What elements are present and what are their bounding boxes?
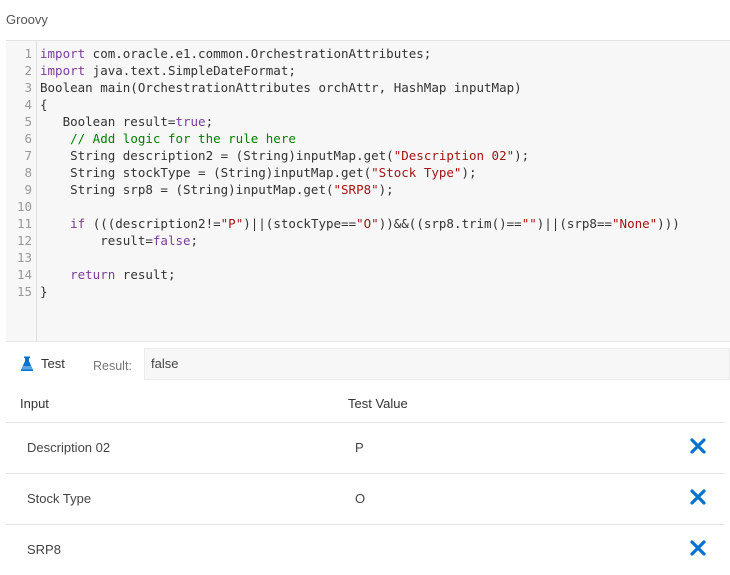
line-number: 4 xyxy=(24,97,32,112)
line-number: 1 xyxy=(24,46,32,61)
flask-icon[interactable] xyxy=(20,356,34,372)
code-text[interactable]: return result; xyxy=(40,266,175,283)
code-editor[interactable]: 1 import com.oracle.e1.common.Orchestrati… xyxy=(6,41,730,342)
input-name: Stock Type xyxy=(27,491,92,506)
line-number: 8 xyxy=(24,165,32,180)
line-number: 7 xyxy=(24,148,32,163)
input-name: Description 02 xyxy=(27,440,111,455)
code-text[interactable]: { xyxy=(40,96,48,113)
close-icon[interactable] xyxy=(689,488,707,506)
line-number: 13 xyxy=(16,250,32,265)
code-text[interactable]: } xyxy=(40,283,48,300)
code-text[interactable]: import com.oracle.e1.common.Orchestratio… xyxy=(40,45,431,62)
code-text[interactable]: String description2 = (String)inputMap.g… xyxy=(40,147,529,164)
test-tab-label[interactable]: Test xyxy=(41,356,65,371)
line-number: 10 xyxy=(16,199,32,214)
line-number: 2 xyxy=(24,63,32,78)
line-number: 12 xyxy=(16,233,32,248)
line-number: 5 xyxy=(24,114,32,129)
line-number: 11 xyxy=(16,216,32,231)
input-name: SRP8 xyxy=(27,542,61,557)
code-text[interactable]: String srp8 = (String)inputMap.get("SRP8… xyxy=(40,181,394,198)
line-number: 6 xyxy=(24,131,32,146)
table-row: Stock Type O xyxy=(6,474,724,525)
table-row: SRP8 xyxy=(6,525,724,575)
line-number: 15 xyxy=(16,284,32,299)
line-number: 14 xyxy=(16,267,32,282)
code-text[interactable]: Boolean main(OrchestrationAttributes orc… xyxy=(40,79,522,96)
code-text[interactable]: import java.text.SimpleDateFormat; xyxy=(40,62,296,79)
test-value[interactable]: P xyxy=(355,440,364,455)
close-icon[interactable] xyxy=(689,539,707,557)
code-text[interactable]: if (((description2!="P")||(stockType=="O… xyxy=(40,215,680,232)
table-header: Input Test Value xyxy=(6,386,724,423)
result-value: false xyxy=(144,348,730,380)
code-text[interactable]: result=false; xyxy=(40,232,198,249)
editor-title: Groovy xyxy=(6,12,48,27)
test-bar: Test Result: false xyxy=(6,344,730,384)
code-text[interactable]: String stockType = (String)inputMap.get(… xyxy=(40,164,476,181)
column-header-input: Input xyxy=(20,396,49,411)
table-row: Description 02 P xyxy=(6,423,724,474)
code-text[interactable]: // Add logic for the rule here xyxy=(40,130,296,147)
code-text[interactable]: Boolean result=true; xyxy=(40,113,214,130)
result-label: Result: xyxy=(93,359,132,373)
line-number: 9 xyxy=(24,182,32,197)
test-value[interactable]: O xyxy=(355,491,365,506)
line-number: 3 xyxy=(24,80,32,95)
column-header-test-value: Test Value xyxy=(348,396,408,411)
close-icon[interactable] xyxy=(689,437,707,455)
